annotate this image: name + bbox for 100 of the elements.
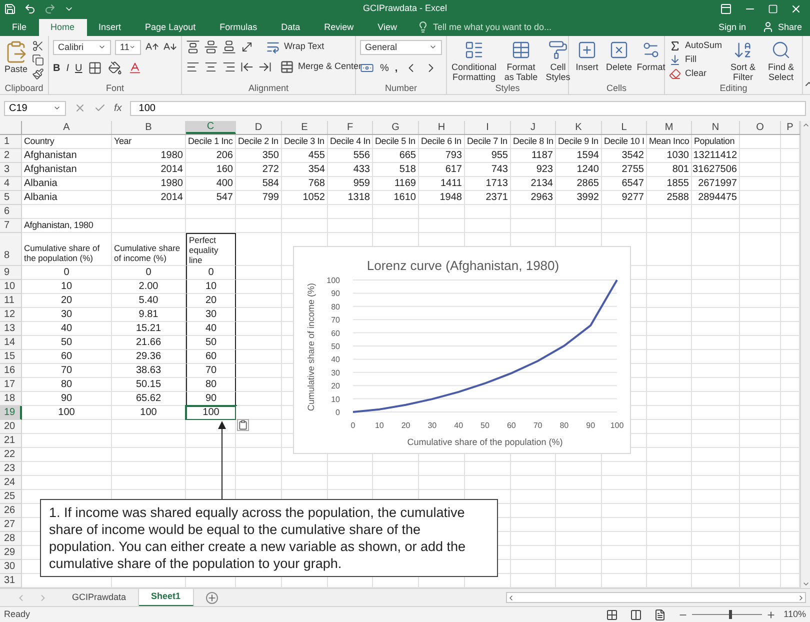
normal-view-icon[interactable] <box>606 608 618 621</box>
row-number[interactable]: 11 <box>0 294 22 308</box>
ribbon-options-icon[interactable] <box>720 2 732 15</box>
undo-icon[interactable] <box>24 2 36 15</box>
autosum-button[interactable]: AutoSum <box>669 40 722 52</box>
column-header[interactable]: H <box>419 121 465 134</box>
underline-button[interactable]: U <box>75 60 82 76</box>
sheet-tab[interactable]: Sheet1 <box>139 588 194 607</box>
ribbon-button[interactable]: Insert <box>573 40 601 72</box>
column-header[interactable]: F <box>328 121 373 134</box>
fill-button[interactable]: Fill <box>669 54 722 66</box>
zoom-thumb[interactable] <box>729 610 732 620</box>
ribbon-button[interactable]: Format as Table <box>501 40 541 82</box>
percent-button[interactable]: % <box>380 60 389 76</box>
row-number[interactable]: 19 <box>0 406 22 420</box>
restore-icon[interactable] <box>768 4 778 14</box>
column-header[interactable]: N <box>692 121 740 134</box>
name-box[interactable]: C19 <box>4 100 66 116</box>
row-number[interactable]: 1 <box>0 135 22 150</box>
row-number[interactable]: 3 <box>0 163 22 178</box>
row-number[interactable]: 7 <box>0 219 22 234</box>
column-header[interactable]: J <box>511 121 556 134</box>
row-number[interactable]: 21 <box>0 434 22 448</box>
row-number[interactable]: 10 <box>0 280 22 294</box>
clear-button[interactable]: Clear <box>669 68 722 80</box>
ribbon-tab[interactable]: Insert <box>86 18 134 36</box>
ribbon-button[interactable]: Delete <box>605 40 633 72</box>
row-number[interactable]: 30 <box>0 560 22 574</box>
cancel-icon[interactable] <box>74 102 86 114</box>
save-icon[interactable] <box>4 2 16 15</box>
row-number[interactable]: 8 <box>0 233 22 266</box>
new-sheet-icon[interactable] <box>206 592 218 604</box>
row-number[interactable]: 13 <box>0 322 22 336</box>
column-header[interactable]: M <box>647 121 692 134</box>
column-header[interactable]: E <box>282 121 328 134</box>
ribbon-tab[interactable]: File <box>0 18 39 36</box>
formula-field[interactable]: 100 <box>130 100 806 116</box>
row-number[interactable]: 12 <box>0 308 22 322</box>
sign-in-link[interactable]: Sign in <box>710 18 754 36</box>
ribbon-tab[interactable]: Review <box>312 18 366 36</box>
column-header[interactable]: I <box>465 121 511 134</box>
page-layout-icon[interactable] <box>630 608 642 621</box>
close-icon[interactable] <box>790 2 802 15</box>
scroll-right-icon[interactable] <box>797 594 805 602</box>
zoom-slider[interactable] <box>692 610 762 620</box>
row-number[interactable]: 5 <box>0 191 22 206</box>
row-number[interactable]: 6 <box>0 205 22 220</box>
ribbon-tab[interactable]: Data <box>269 18 312 36</box>
ribbon-button[interactable]: Format <box>637 40 665 72</box>
ribbon-tab[interactable]: Formulas <box>208 18 270 36</box>
row-number[interactable]: 31 <box>0 574 22 588</box>
row-number[interactable]: 28 <box>0 532 22 546</box>
row-number[interactable]: 25 <box>0 490 22 504</box>
column-header[interactable]: C <box>186 121 236 134</box>
horizontal-scrollbar[interactable] <box>506 592 806 604</box>
row-number[interactable]: 29 <box>0 546 22 560</box>
row-number[interactable]: 17 <box>0 378 22 392</box>
column-header[interactable]: A <box>22 121 112 134</box>
column-header[interactable]: L <box>602 121 647 134</box>
row-number[interactable]: 15 <box>0 350 22 364</box>
row-number[interactable]: 27 <box>0 518 22 532</box>
row-number[interactable]: 4 <box>0 177 22 192</box>
column-header[interactable]: D <box>236 121 282 134</box>
ribbon-button[interactable]: Conditional Formatting <box>451 40 497 82</box>
ribbon-button[interactable]: Sort & Filter <box>726 40 760 82</box>
row-number[interactable]: 22 <box>0 448 22 462</box>
row-number[interactable]: 23 <box>0 462 22 476</box>
wrap-text-button[interactable]: Wrap Text <box>266 40 324 54</box>
column-header[interactable]: K <box>556 121 602 134</box>
ribbon-tab[interactable]: View <box>366 18 409 36</box>
column-header[interactable]: O <box>740 121 781 134</box>
italic-button[interactable]: I <box>66 60 70 76</box>
row-number[interactable]: 14 <box>0 336 22 350</box>
row-number[interactable]: 18 <box>0 392 22 406</box>
merge-center-button[interactable]: Merge & Center <box>280 60 362 74</box>
font-name-field[interactable]: Calibri <box>53 40 111 55</box>
table-cell <box>781 420 800 434</box>
paste-button[interactable]: Paste <box>4 40 28 74</box>
ribbon-tab[interactable]: Home <box>38 18 87 36</box>
zoom-in-icon[interactable] <box>766 610 776 620</box>
page-break-icon[interactable] <box>654 608 666 621</box>
tell-me-field[interactable]: Tell me what you want to do... <box>433 20 613 34</box>
row-number[interactable]: 16 <box>0 364 22 378</box>
column-header[interactable]: G <box>373 121 419 134</box>
ribbon-button[interactable]: Find & Select <box>764 40 798 82</box>
bold-button[interactable]: B <box>53 60 60 76</box>
share-button[interactable]: Share <box>754 18 810 36</box>
row-number[interactable]: 26 <box>0 504 22 518</box>
function-label[interactable]: fx <box>114 100 122 116</box>
row-number[interactable]: 24 <box>0 476 22 490</box>
ribbon-tab[interactable]: Page Layout <box>133 18 208 36</box>
font-size-field[interactable]: 11 <box>115 40 141 55</box>
scroll-left-icon[interactable] <box>507 594 515 602</box>
ribbon-button[interactable]: Cell Styles <box>545 40 571 82</box>
row-number[interactable]: 9 <box>0 266 22 280</box>
row-number[interactable]: 20 <box>0 420 22 434</box>
row-number[interactable]: 2 <box>0 149 22 164</box>
number-format-field[interactable]: General <box>360 40 442 55</box>
paste-options-icon[interactable] <box>237 419 249 432</box>
comma-button[interactable]: , <box>394 60 398 76</box>
